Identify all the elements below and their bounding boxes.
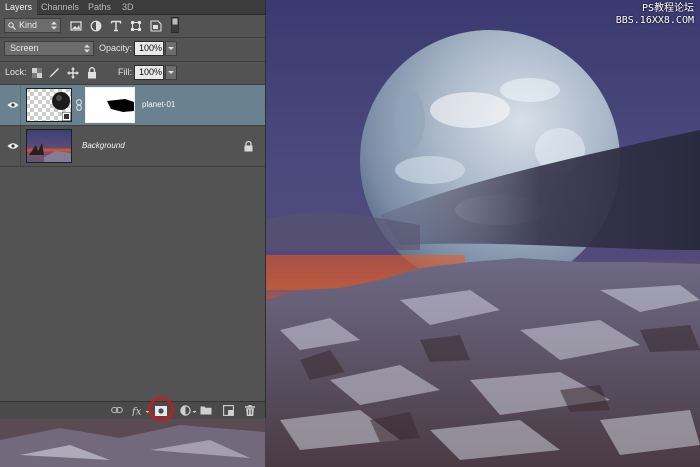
blend-mode-value: Screen: [10, 43, 39, 53]
lock-row: Lock: Fill: 100%: [0, 62, 265, 83]
type-layer-filter-icon[interactable]: [110, 20, 122, 32]
shape-layer-filter-icon[interactable]: [130, 20, 142, 32]
smart-object-badge-icon: [62, 112, 71, 121]
tab-paths[interactable]: Paths: [83, 0, 116, 14]
fill-field[interactable]: 100%: [134, 65, 164, 80]
filter-kind-dropdown[interactable]: Kind: [4, 18, 61, 33]
layer-locked-icon: [244, 141, 253, 152]
layer-divider-line: [20, 85, 21, 125]
link-layers-icon[interactable]: [111, 405, 123, 415]
opacity-dropdown-button[interactable]: [165, 41, 177, 56]
delete-layer-trash-icon[interactable]: [245, 405, 255, 416]
smart-object-filter-icon[interactable]: [150, 20, 162, 32]
highlight-circle: [148, 397, 174, 421]
search-icon: [8, 22, 16, 30]
chevron-down-icon: [168, 47, 174, 50]
new-layer-icon[interactable]: [223, 405, 234, 416]
layer-row-planet-01[interactable]: planet-01: [0, 85, 265, 126]
watermark-line2: BBS.16XX8.COM: [615, 15, 694, 26]
svg-text:fx: fx: [132, 407, 142, 417]
opacity-label: Opacity:: [99, 43, 133, 53]
layer-name-planet-01[interactable]: planet-01: [142, 99, 175, 111]
lock-label: Lock:: [5, 67, 27, 77]
layer-row-background[interactable]: Background: [0, 126, 265, 167]
fill-dropdown-button[interactable]: [165, 65, 177, 80]
lock-transparent-pixels-icon[interactable]: [32, 68, 42, 78]
blend-mode-dropdown[interactable]: Screen: [4, 41, 94, 56]
tab-channels[interactable]: Channels: [36, 0, 84, 14]
opacity-field[interactable]: 100%: [134, 41, 164, 56]
eye-visibility-icon[interactable]: [7, 101, 19, 109]
new-group-folder-icon[interactable]: [200, 405, 212, 415]
eye-visibility-icon[interactable]: [7, 142, 19, 150]
tab-3d[interactable]: 3D: [117, 0, 139, 14]
layer-style-fx-icon[interactable]: fx: [132, 405, 146, 417]
chevron-down-icon: [192, 411, 197, 413]
blend-row: Screen Opacity: 100%: [0, 38, 265, 60]
chevron-down-icon: [168, 71, 174, 74]
lock-all-icon[interactable]: [87, 67, 97, 79]
lock-image-pixels-icon[interactable]: [48, 67, 60, 79]
up-down-arrows-icon: [51, 21, 57, 30]
watermark: PS教程论坛 BBS.16XX8.COM: [616, 3, 694, 27]
panel-bottom-bar: fx: [0, 397, 265, 421]
up-down-arrows-icon: [84, 44, 90, 53]
layer-mask-thumbnail[interactable]: [85, 87, 135, 123]
lock-position-icon[interactable]: [67, 67, 79, 79]
mask-link-chain-icon[interactable]: [76, 99, 82, 111]
layer-name-background[interactable]: Background: [82, 140, 125, 152]
background-layer-thumbnail[interactable]: [26, 129, 72, 163]
filter-row: Kind: [0, 15, 265, 36]
fill-label: Fill:: [118, 67, 132, 77]
filter-kind-label: Kind: [19, 20, 38, 30]
filter-toggle-switch[interactable]: [171, 17, 179, 33]
layers-panel: Layers Channels Paths 3D Kind Screen Opa…: [0, 0, 266, 421]
panel-tab-bar: Layers Channels Paths 3D: [0, 0, 265, 15]
layer-divider-line: [20, 126, 21, 166]
adjustment-layer-icon[interactable]: [180, 405, 191, 416]
watermark-line1: PS教程论坛: [641, 3, 694, 14]
adjustment-layer-filter-icon[interactable]: [90, 20, 102, 32]
tab-layers[interactable]: Layers: [0, 0, 38, 15]
pixel-layer-filter-icon[interactable]: [70, 20, 82, 32]
